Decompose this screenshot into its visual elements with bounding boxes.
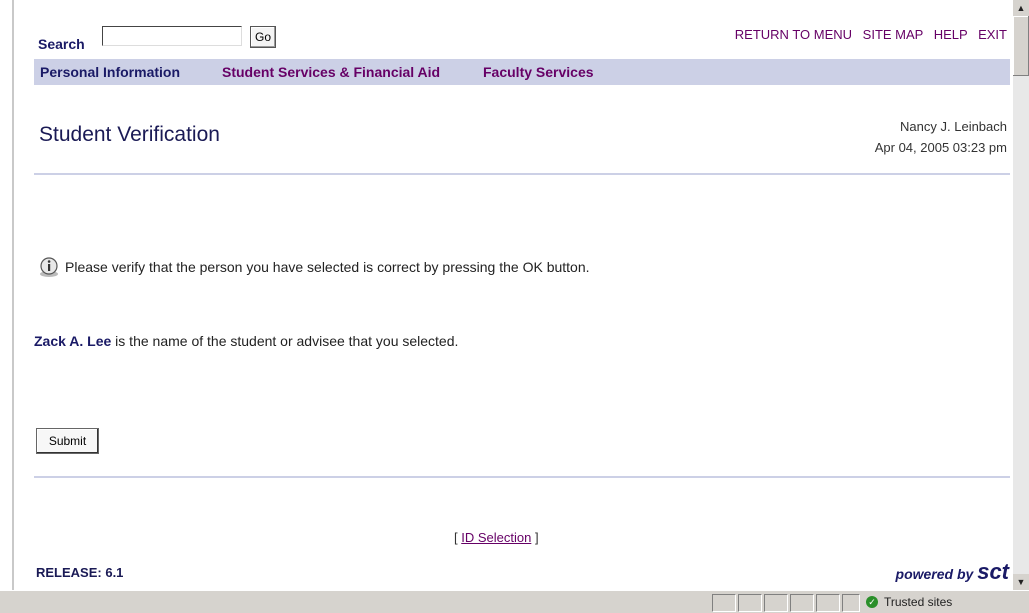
- security-zone: ✓ Trusted sites: [862, 594, 1012, 610]
- bracket-close: ]: [531, 530, 539, 545]
- site-map-link[interactable]: SITE MAP: [863, 27, 923, 42]
- checkmark-icon: ✓: [866, 596, 878, 608]
- info-icon: [40, 257, 58, 277]
- security-zone-label: Trusted sites: [884, 595, 953, 609]
- tab-personal-information[interactable]: Personal Information: [40, 64, 180, 80]
- scroll-thumb[interactable]: [1013, 16, 1029, 76]
- student-name: Zack A. Lee: [34, 333, 112, 349]
- info-message: Please verify that the person you have s…: [38, 256, 590, 278]
- page-datetime: Apr 04, 2005 03:23 pm: [874, 140, 1007, 155]
- top-links: RETURN TO MENU SITE MAP HELP EXIT: [728, 27, 1007, 42]
- help-link[interactable]: HELP: [934, 27, 968, 42]
- tab-bar: Personal Information Student Services & …: [34, 59, 1010, 85]
- info-message-text: Please verify that the person you have s…: [65, 259, 590, 275]
- status-cell: [842, 594, 860, 612]
- id-selection: [ ID Selection ]: [454, 530, 539, 545]
- return-to-menu-link[interactable]: RETURN TO MENU: [735, 27, 852, 42]
- search-input[interactable]: [102, 26, 242, 46]
- user-info: Nancy J. Leinbach Apr 04, 2005 03:23 pm: [875, 116, 1007, 158]
- status-bar: ✓ Trusted sites: [0, 590, 1029, 613]
- vertical-scrollbar[interactable]: ▲ ▼: [1013, 0, 1029, 590]
- page-title: Student Verification: [39, 123, 220, 146]
- user-name: Nancy J. Leinbach: [900, 119, 1007, 134]
- sct-brand: sct: [977, 559, 1009, 584]
- status-cell: [790, 594, 814, 612]
- powered-by-text: powered by: [895, 566, 974, 582]
- page-content: Search Go RETURN TO MENU SITE MAP HELP E…: [14, 0, 1013, 590]
- status-cell: [816, 594, 840, 612]
- header-divider: [34, 173, 1010, 175]
- powered-by-logo: powered by sct: [896, 559, 1009, 585]
- go-button[interactable]: Go: [250, 26, 276, 48]
- release-version: RELEASE: 6.1: [36, 565, 124, 580]
- tab-student-services-financial-aid[interactable]: Student Services & Financial Aid: [222, 64, 440, 80]
- submit-button[interactable]: Submit: [36, 428, 99, 454]
- student-confirmation: Zack A. Lee is the name of the student o…: [34, 333, 458, 349]
- status-cell: [712, 594, 736, 612]
- scroll-up-arrow-icon[interactable]: ▲: [1013, 0, 1029, 16]
- scroll-down-arrow-icon[interactable]: ▼: [1013, 574, 1029, 590]
- status-cell: [738, 594, 762, 612]
- status-cell: [764, 594, 788, 612]
- footer-divider: [34, 476, 1010, 478]
- tab-faculty-services[interactable]: Faculty Services: [483, 64, 594, 80]
- left-frame-border: [0, 0, 14, 590]
- exit-link[interactable]: EXIT: [978, 27, 1007, 42]
- student-confirmation-text: is the name of the student or advisee th…: [111, 333, 459, 349]
- id-selection-link[interactable]: ID Selection: [461, 530, 531, 545]
- search-label: Search: [38, 36, 85, 52]
